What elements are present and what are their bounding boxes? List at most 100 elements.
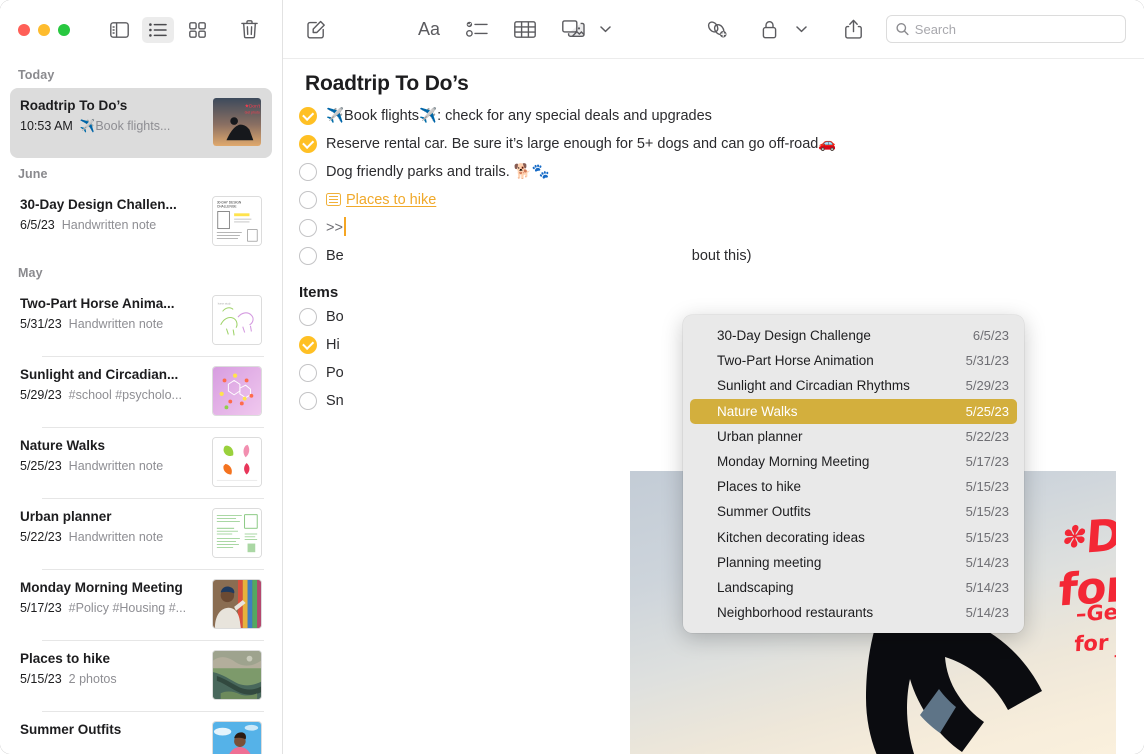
- list-item-title: Places to hike: [20, 650, 204, 668]
- list-item-date: 5/17/23: [20, 601, 62, 615]
- close-button[interactable]: [18, 24, 30, 36]
- collaborate-link-icon[interactable]: [698, 15, 736, 43]
- note-content[interactable]: Roadtrip To Do’s ✈️Book flights✈️: check…: [283, 59, 1144, 754]
- notes-list[interactable]: TodayRoadtrip To Do’s10:53 AM ✈️Book fli…: [0, 59, 282, 754]
- list-view-icon[interactable]: [142, 17, 174, 43]
- checkbox-empty-icon[interactable]: [299, 308, 317, 326]
- list-item[interactable]: Places to hike 5/15/23 2 photos: [10, 641, 272, 711]
- list-item[interactable]: Urban planner5/22/23 Handwritten note: [10, 499, 272, 569]
- trash-icon[interactable]: [233, 17, 265, 43]
- search-field[interactable]: [886, 15, 1126, 43]
- menu-item-date: 5/14/23: [966, 605, 1009, 620]
- menu-item[interactable]: Monday Morning Meeting5/17/23: [690, 449, 1017, 474]
- chevron-down-icon[interactable]: [586, 15, 624, 43]
- list-item-title: Roadtrip To Do’s: [20, 97, 204, 115]
- list-item-snippet: Handwritten note: [69, 530, 164, 544]
- menu-item-date: 5/17/23: [966, 454, 1009, 469]
- sidebar-toggle-icon[interactable]: [103, 17, 135, 43]
- checklist-item-text: >>: [326, 220, 343, 236]
- list-item[interactable]: Sunlight and Circadian...5/29/23 #school…: [10, 357, 272, 427]
- menu-item-title: Two-Part Horse Animation: [717, 353, 874, 368]
- checkbox-empty-icon[interactable]: [299, 219, 317, 237]
- checklist-item[interactable]: Reserve rental car. Be sure it’s large e…: [299, 130, 1144, 158]
- list-item-text: Summer Outfits: [20, 721, 204, 739]
- list-item-thumbnail: [212, 366, 262, 416]
- lock-chevron-down-icon[interactable]: [782, 15, 820, 43]
- list-item[interactable]: 30-Day Design Challen... 6/5/23 Handwritt…: [10, 187, 272, 257]
- format-text-label: Aa: [418, 19, 440, 40]
- note-section-heading: Items: [299, 284, 1144, 301]
- checkbox-checked-icon[interactable]: [299, 135, 317, 153]
- checkbox-checked-icon[interactable]: [299, 336, 317, 354]
- menu-item[interactable]: Summer Outfits5/15/23: [690, 499, 1017, 524]
- checklist-item-typing: >>: [326, 216, 346, 240]
- search-icon: [896, 22, 909, 36]
- note-link-suggestions-menu[interactable]: 30-Day Design Challenge6/5/23Two-Part Ho…: [683, 315, 1024, 633]
- compose-icon[interactable]: [297, 15, 335, 43]
- list-item-text: Roadtrip To Do’s 10:53 AM ✈️Book flights.…: [20, 97, 204, 135]
- checklist-item-text: Bo: [326, 305, 344, 329]
- checklist-item-text: Dog friendly parks and trails. 🐕🐾: [326, 160, 550, 184]
- list-item-snippet: Handwritten note: [69, 317, 164, 331]
- list-item-title: Summer Outfits: [20, 721, 204, 739]
- checklist-item-text: Hi: [326, 333, 340, 357]
- menu-item-date: 5/14/23: [966, 580, 1009, 595]
- checklist-item[interactable]: >>: [299, 214, 1144, 242]
- list-item-subtitle: 5/22/23 Handwritten note: [20, 528, 204, 546]
- checkbox-empty-icon[interactable]: [299, 191, 317, 209]
- menu-item[interactable]: 30-Day Design Challenge6/5/23: [690, 323, 1017, 348]
- notes-window: TodayRoadtrip To Do’s10:53 AM ✈️Book fli…: [0, 0, 1144, 754]
- list-item[interactable]: Summer Outfits: [10, 712, 272, 754]
- list-item-snippet: #Policy #Housing #...: [69, 601, 186, 615]
- checklist-item[interactable]: ✈️Book flights✈️: check for any special …: [299, 102, 1144, 130]
- menu-item[interactable]: Two-Part Horse Animation5/31/23: [690, 348, 1017, 373]
- zoom-button[interactable]: [58, 24, 70, 36]
- list-item-date: 5/25/23: [20, 459, 62, 473]
- list-item-subtitle: 5/15/23 2 photos: [20, 670, 204, 688]
- table-icon[interactable]: [506, 15, 544, 43]
- checklist-item[interactable]: Bebout this): [299, 242, 1144, 270]
- menu-item-date: 5/25/23: [966, 404, 1009, 419]
- menu-item[interactable]: Nature Walks5/25/23: [690, 399, 1017, 424]
- list-item-title: Monday Morning Meeting: [20, 579, 204, 597]
- checkbox-empty-icon[interactable]: [299, 392, 317, 410]
- checkbox-empty-icon[interactable]: [299, 364, 317, 382]
- checkbox-empty-icon[interactable]: [299, 163, 317, 181]
- list-item-snippet: Handwritten note: [69, 459, 164, 473]
- list-item[interactable]: Nature Walks5/25/23 Handwritten note: [10, 428, 272, 498]
- svg-text:★Don't: ★Don't: [245, 104, 261, 110]
- list-item[interactable]: Monday Morning Meeting 5/17/23 #Policy #H…: [10, 570, 272, 640]
- menu-item-title: Summer Outfits: [717, 504, 811, 519]
- list-item-subtitle: 6/5/23 Handwritten note: [20, 216, 204, 234]
- list-item[interactable]: Roadtrip To Do’s 10:53 AM ✈️Book flights.…: [10, 88, 272, 158]
- menu-item[interactable]: Places to hike5/15/23: [690, 474, 1017, 499]
- list-item-thumbnail: [212, 508, 262, 558]
- menu-item[interactable]: Planning meeting5/14/23: [690, 550, 1017, 575]
- checklist-icon[interactable]: [458, 15, 496, 43]
- share-icon[interactable]: [834, 15, 872, 43]
- list-item-text: Nature Walks5/25/23 Handwritten note: [20, 437, 204, 475]
- list-item[interactable]: Two-Part Horse Anima...5/31/23 Handwritt…: [10, 286, 272, 356]
- minimize-button[interactable]: [38, 24, 50, 36]
- checklist-item-text: Reserve rental car. Be sure it’s large e…: [326, 132, 836, 156]
- list-item-title: Two-Part Horse Anima...: [20, 295, 204, 313]
- menu-item[interactable]: Urban planner5/22/23: [690, 424, 1017, 449]
- gallery-view-icon[interactable]: [181, 17, 213, 43]
- menu-item[interactable]: Sunlight and Circadian Rhythms5/29/23: [690, 373, 1017, 398]
- search-input[interactable]: [915, 22, 1116, 37]
- checklist-item-link-text[interactable]: Places to hike: [346, 192, 436, 208]
- menu-item-title: Urban planner: [717, 429, 803, 444]
- checkbox-checked-icon[interactable]: [299, 107, 317, 125]
- checkbox-empty-icon[interactable]: [299, 247, 317, 265]
- list-item-title: 30-Day Design Challen...: [20, 196, 204, 214]
- menu-item[interactable]: Neighborhood restaurants5/14/23: [690, 600, 1017, 625]
- star-glyph: ✽: [1061, 519, 1088, 556]
- format-text-button[interactable]: Aa: [410, 15, 448, 43]
- menu-item[interactable]: Landscaping5/14/23: [690, 575, 1017, 600]
- checklist-item[interactable]: Places to hike: [299, 186, 1144, 214]
- checklist-item[interactable]: Dog friendly parks and trails. 🐕🐾: [299, 158, 1144, 186]
- list-item-subtitle: 10:53 AM ✈️Book flights...: [20, 117, 204, 135]
- menu-item-title: Kitchen decorating ideas: [717, 530, 865, 545]
- menu-item-date: 5/15/23: [966, 479, 1009, 494]
- menu-item[interactable]: Kitchen decorating ideas5/15/23: [690, 525, 1017, 550]
